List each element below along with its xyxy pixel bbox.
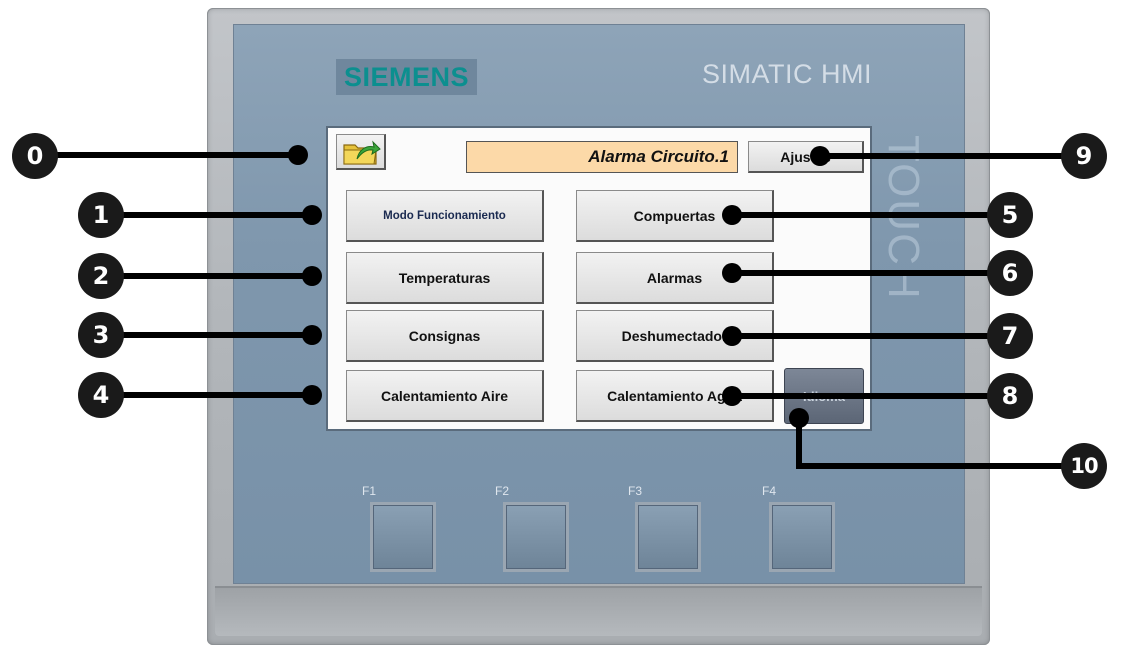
alarms-button[interactable]: Alarmas (576, 252, 774, 304)
f2-key[interactable] (503, 502, 569, 572)
folder-button[interactable] (336, 134, 386, 170)
f1-key[interactable] (370, 502, 436, 572)
callout-dot-7 (722, 326, 742, 346)
callout-line-10-horizontal (796, 463, 1086, 469)
f2-label: F2 (495, 484, 510, 498)
f3-label: F3 (628, 484, 643, 498)
callout-line-7 (732, 333, 1008, 339)
callout-number-9: 9 (1061, 133, 1107, 179)
f4-label: F4 (762, 484, 777, 498)
callout-line-0 (38, 152, 298, 158)
f4-key[interactable] (769, 502, 835, 572)
callout-number-4: 4 (78, 372, 124, 418)
callout-number-7: 7 (987, 313, 1033, 359)
callout-dot-6 (722, 263, 742, 283)
callout-number-3: 3 (78, 312, 124, 358)
callout-number-6: 6 (987, 250, 1033, 296)
callout-dot-0 (288, 145, 308, 165)
callout-number-8: 8 (987, 373, 1033, 419)
callout-dot-1 (302, 205, 322, 225)
callout-dot-8 (722, 386, 742, 406)
callout-number-10: 10 (1061, 443, 1107, 489)
callout-number-1: 1 (78, 192, 124, 238)
touch-label: TOUCH (879, 135, 928, 325)
alarm-display: Alarma Circuito.1 (466, 141, 738, 173)
callout-dot-10 (789, 408, 809, 428)
setpoints-button[interactable]: Consignas (346, 310, 544, 362)
callout-dot-4 (302, 385, 322, 405)
callout-line-8 (732, 393, 1008, 399)
f1-label: F1 (362, 484, 377, 498)
air-heating-button[interactable]: Calentamiento Aire (346, 370, 544, 422)
callout-number-5: 5 (987, 192, 1033, 238)
temperatures-button[interactable]: Temperaturas (346, 252, 544, 304)
callout-dot-2 (302, 266, 322, 286)
callout-line-6 (732, 270, 1008, 276)
callout-line-3 (100, 332, 312, 338)
callout-line-1 (100, 212, 312, 218)
callout-dot-5 (722, 205, 742, 225)
hmi-screen: Alarma Circuito.1 Ajustes Modo Funcionam… (326, 126, 872, 431)
bezel-bottom-edge (215, 586, 982, 636)
callout-line-5 (732, 212, 1008, 218)
folder-arrow-icon (342, 139, 381, 165)
brand-logo: SIEMENS (336, 59, 478, 95)
callout-dot-9 (810, 146, 830, 166)
callout-line-2 (100, 273, 312, 279)
f3-key[interactable] (635, 502, 701, 572)
mode-button[interactable]: Modo Funcionamiento (346, 190, 544, 242)
callout-number-2: 2 (78, 253, 124, 299)
model-label: SIMATIC HMI (702, 59, 872, 89)
callout-line-4 (100, 392, 312, 398)
callout-line-9 (820, 153, 1082, 159)
callout-number-0: 0 (12, 133, 58, 179)
callout-dot-3 (302, 325, 322, 345)
